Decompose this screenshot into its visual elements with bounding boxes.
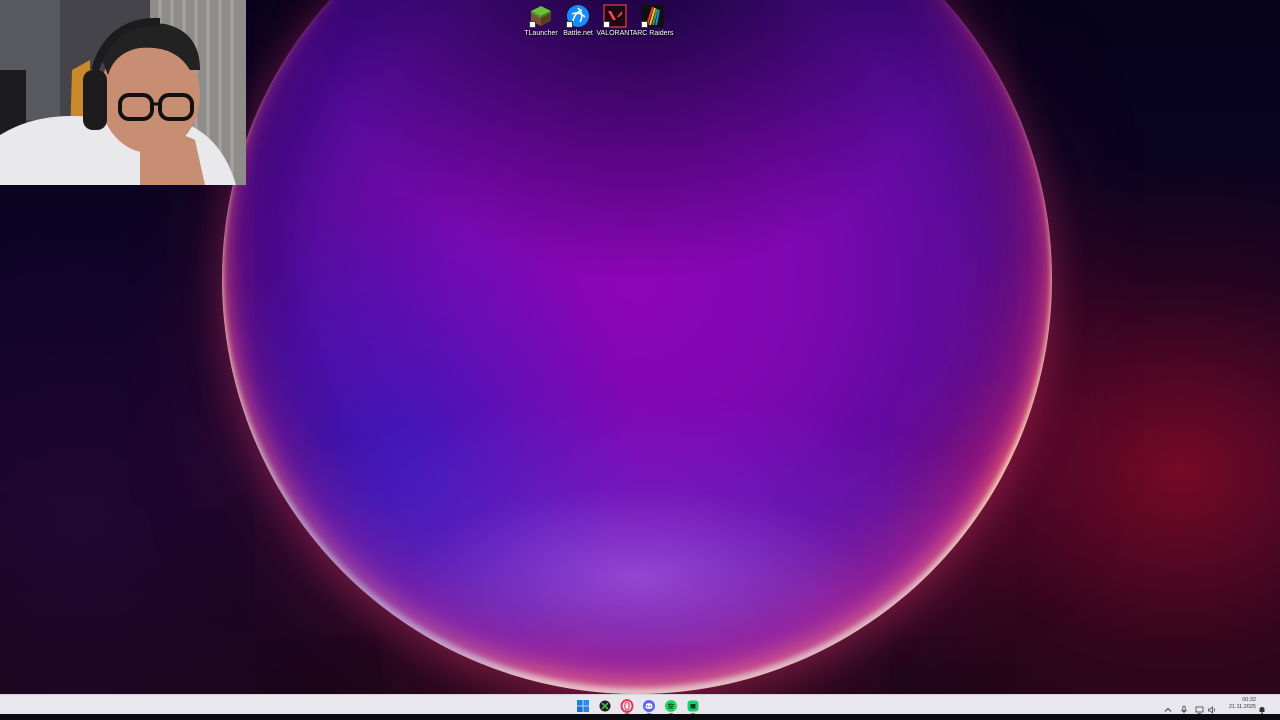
- taskbar-opera-gx-button[interactable]: [620, 698, 634, 714]
- webcam-feed: [0, 0, 246, 185]
- taskbar-xbox-button[interactable]: [598, 698, 612, 712]
- shortcut-arrow-icon: [641, 21, 648, 28]
- battlenet-icon: [566, 4, 590, 28]
- tlauncher-grass-block-icon: [529, 4, 553, 28]
- desktop-screen: TLauncher Battle.net VALORANT ARC Raider…: [0, 0, 1280, 720]
- taskbar-app-button[interactable]: [686, 698, 700, 714]
- screen-bottom-edge: [0, 714, 1280, 720]
- start-button[interactable]: [576, 698, 590, 712]
- desktop-icon-label: ARC Raiders: [632, 30, 674, 37]
- shortcut-arrow-icon: [603, 21, 610, 28]
- valorant-icon: [603, 4, 627, 28]
- arc-raiders-icon: [641, 4, 665, 28]
- notification-icon[interactable]: [1257, 700, 1267, 715]
- microphone-icon[interactable]: [1179, 700, 1189, 714]
- shortcut-arrow-icon: [566, 21, 573, 28]
- clock-date: 21.11.2025: [1228, 704, 1256, 710]
- taskbar-discord-button[interactable]: [642, 698, 656, 714]
- speaker-icon[interactable]: [1207, 700, 1217, 714]
- wallpaper-orb-glow: [222, 0, 1052, 694]
- shortcut-arrow-icon: [529, 21, 536, 28]
- taskbar-spotify-button[interactable]: [664, 698, 678, 714]
- system-clock[interactable]: 00:32 21.11.2025: [1220, 697, 1256, 711]
- desktop-icon-arc-raiders[interactable]: ARC Raiders: [629, 2, 677, 42]
- clock-time: 00:32: [1242, 697, 1256, 703]
- taskbar: 00:32 21.11.2025: [0, 694, 1280, 715]
- network-icon[interactable]: [1195, 700, 1205, 714]
- chevron-up-icon[interactable]: [1163, 700, 1173, 712]
